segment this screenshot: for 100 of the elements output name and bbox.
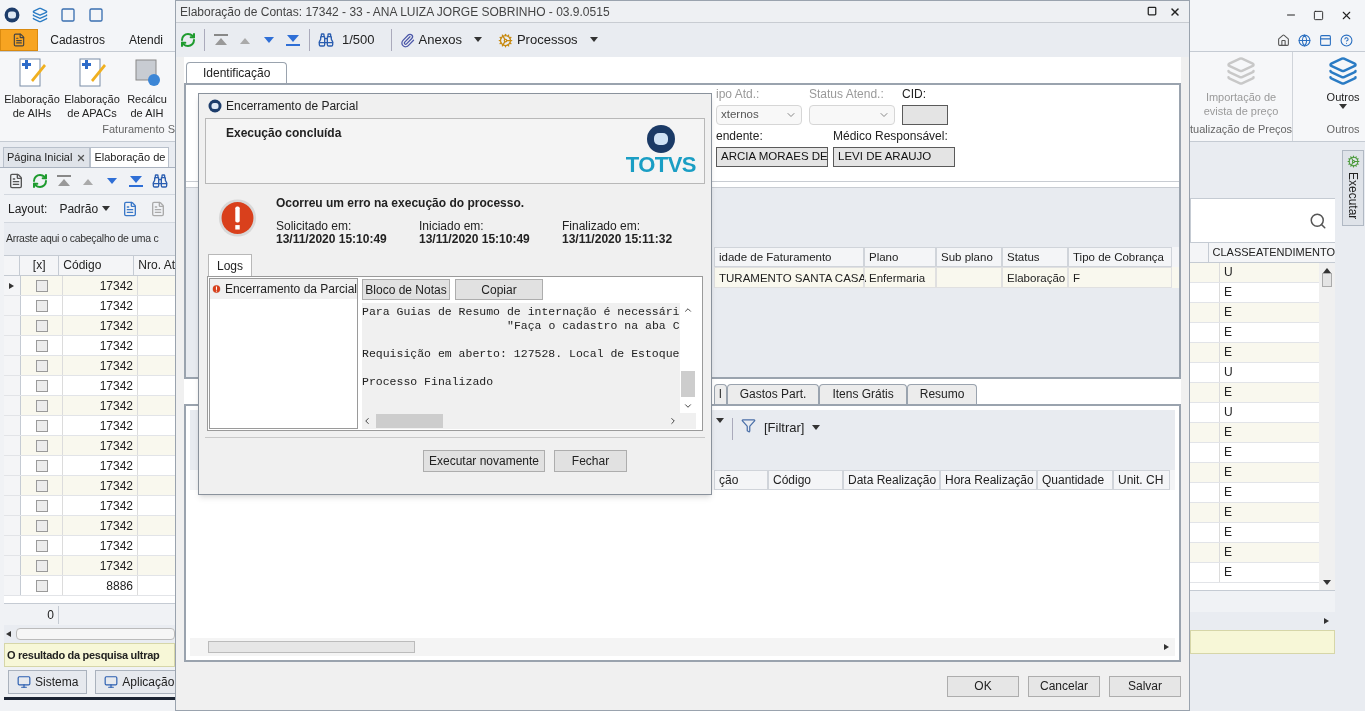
tab[interactable]: Resumo xyxy=(906,384,978,404)
checkbox[interactable] xyxy=(35,499,48,512)
checkbox[interactable] xyxy=(35,519,48,532)
dialog-button[interactable]: OK xyxy=(947,675,1019,697)
column-header[interactable]: Hora Realização xyxy=(940,470,1037,490)
checkbox[interactable] xyxy=(35,439,48,452)
checkbox[interactable] xyxy=(35,459,48,472)
table-row[interactable]: U xyxy=(1190,403,1319,423)
edit-icon[interactable] xyxy=(8,173,24,189)
help-icon[interactable] xyxy=(1340,34,1353,47)
taskbar-button[interactable]: Aplicação xyxy=(95,670,175,694)
tab[interactable]: Gastos Part. xyxy=(726,384,820,404)
column-header[interactable]: Plano xyxy=(864,247,936,267)
table-row[interactable]: E xyxy=(1190,283,1319,303)
refresh-icon[interactable] xyxy=(180,32,196,48)
scrollbar-thumb[interactable] xyxy=(1322,273,1332,287)
vertical-scrollbar[interactable] xyxy=(1319,263,1335,590)
column-header[interactable]: idade de Faturamento xyxy=(714,247,864,267)
close-icon[interactable] xyxy=(1169,5,1181,18)
layout-icon[interactable] xyxy=(1319,34,1332,47)
column-header[interactable]: Sub plano xyxy=(936,247,1002,267)
tab[interactable]: l xyxy=(714,384,727,404)
filter-menu[interactable]: [Filtrar] xyxy=(764,418,821,438)
first-record-icon[interactable] xyxy=(56,174,72,188)
search-icon[interactable] xyxy=(1309,211,1327,230)
column-header[interactable]: [x] xyxy=(19,256,60,275)
scrollbar-thumb[interactable] xyxy=(680,371,695,397)
text-field[interactable]: ARCIA MORAES DE xyxy=(716,147,828,167)
log-item[interactable]: Encerramento da Parcial xyxy=(210,279,357,299)
table-row[interactable]: 17342 xyxy=(4,456,175,476)
table-row[interactable]: E xyxy=(1190,343,1319,363)
layout-dropdown[interactable]: Padrão xyxy=(59,199,111,218)
dialog-button[interactable]: Fechar xyxy=(554,450,627,472)
binoculars-icon[interactable] xyxy=(318,32,334,48)
table-row[interactable]: E xyxy=(1190,523,1319,543)
checkbox[interactable] xyxy=(35,419,48,432)
dialog-button[interactable]: Executar novamente xyxy=(423,450,545,472)
first-record-icon[interactable] xyxy=(213,33,229,47)
ribbon-button[interactable]: Recálcu de AIH xyxy=(122,56,172,120)
checkbox[interactable] xyxy=(35,359,48,372)
table-row[interactable]: E xyxy=(1190,323,1319,343)
checkbox[interactable] xyxy=(35,379,48,392)
side-tab[interactable]: Executar xyxy=(1342,150,1364,226)
ribbon-tab[interactable]: Atendi xyxy=(116,31,175,51)
ribbon-button[interactable]: Elaboração de AIHs xyxy=(2,56,62,120)
horizontal-scrollbar[interactable] xyxy=(4,625,175,643)
checkbox[interactable] xyxy=(35,399,48,412)
table-row[interactable]: 17342 xyxy=(4,356,175,376)
table-row[interactable]: 17342 xyxy=(4,296,175,316)
last-record-icon[interactable] xyxy=(285,33,301,47)
table-row[interactable]: E xyxy=(1190,463,1319,483)
column-header[interactable]: Nro. At xyxy=(134,256,175,275)
column-header[interactable]: CLASSEATENDIMENTO xyxy=(1208,243,1335,262)
table-row[interactable]: 17342 xyxy=(4,556,175,576)
table-row[interactable]: 17342 xyxy=(4,396,175,416)
checkbox[interactable] xyxy=(35,559,48,572)
checkbox[interactable] xyxy=(35,539,48,552)
checkbox[interactable] xyxy=(35,579,48,592)
binoculars-icon[interactable] xyxy=(152,173,168,189)
application-menu-button[interactable] xyxy=(0,29,39,51)
table-row[interactable]: E xyxy=(1190,303,1319,323)
checkbox[interactable] xyxy=(35,479,48,492)
table-row[interactable]: 17342 xyxy=(4,376,175,396)
table-row[interactable]: 17342 xyxy=(4,276,175,296)
filter-icon[interactable] xyxy=(741,418,756,433)
tab[interactable]: Identificação xyxy=(186,62,288,83)
table-row[interactable]: 17342 xyxy=(4,436,175,456)
table-row[interactable]: 17342 xyxy=(4,416,175,436)
window-icon[interactable] xyxy=(60,7,76,23)
checkbox[interactable] xyxy=(35,299,48,312)
column-header[interactable]: Data Realização xyxy=(843,470,940,490)
ribbon-tab[interactable]: Cadastros xyxy=(38,31,117,51)
log-button[interactable]: Bloco de Notas xyxy=(362,279,450,300)
table-row[interactable]: E xyxy=(1190,383,1319,403)
table-row[interactable]: 17342 xyxy=(4,336,175,356)
column-header[interactable]: Código xyxy=(768,470,843,490)
document-tab[interactable]: Página Inicial xyxy=(3,147,91,167)
ribbon-button[interactable]: Elaboração de APACs xyxy=(62,56,122,120)
tab[interactable]: Logs xyxy=(208,254,253,276)
table-row[interactable]: 17342 xyxy=(4,536,175,556)
table-row[interactable]: E xyxy=(1190,443,1319,463)
checkbox[interactable] xyxy=(35,279,48,292)
ribbon-button[interactable]: Outros xyxy=(1293,52,1365,110)
window-icon[interactable] xyxy=(88,7,104,23)
table-row[interactable]: E xyxy=(1190,423,1319,443)
document-tab[interactable]: Elaboração de xyxy=(90,147,170,167)
table-row[interactable]: 8886 xyxy=(4,576,175,596)
checkbox[interactable] xyxy=(35,319,48,332)
toolbar-menu[interactable]: Anexos xyxy=(399,30,482,50)
save-layout-icon[interactable] xyxy=(122,200,139,217)
column-header[interactable]: Unit. CH xyxy=(1113,470,1170,490)
table-row[interactable]: 17342 xyxy=(4,316,175,336)
horizontal-scrollbar[interactable] xyxy=(190,638,1175,656)
globe-icon[interactable] xyxy=(1298,34,1311,47)
last-record-icon[interactable] xyxy=(128,174,144,188)
column-header[interactable]: Código xyxy=(59,256,135,275)
log-button[interactable]: Copiar xyxy=(455,279,543,300)
table-row[interactable]: 17342 xyxy=(4,516,175,536)
dialog-button[interactable]: Cancelar xyxy=(1028,675,1100,697)
table-row[interactable]: E xyxy=(1190,503,1319,523)
